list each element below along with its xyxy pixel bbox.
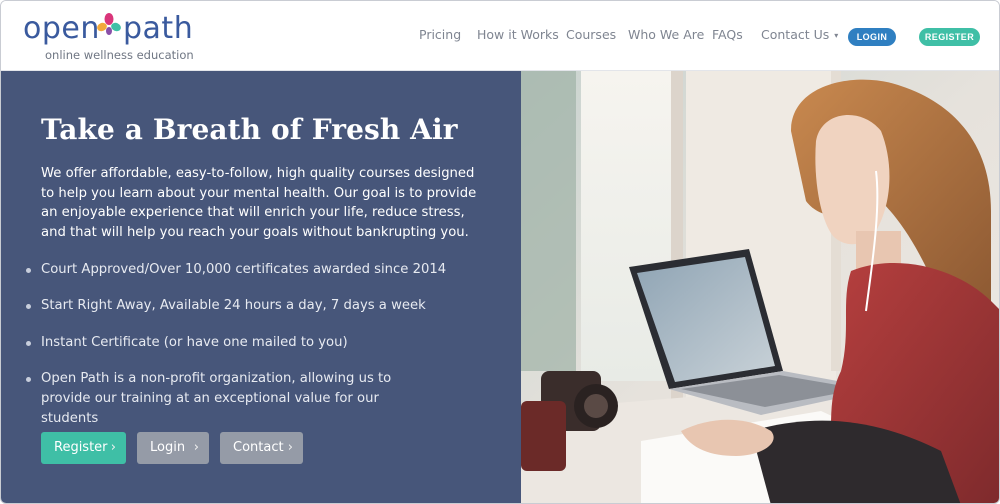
- chevron-right-icon: ›: [287, 440, 293, 455]
- feature-item: Open Path is a non-profit organization, …: [25, 369, 435, 429]
- caret-down-icon: ▾: [834, 31, 839, 40]
- hero-title: Take a Breath of Fresh Air: [41, 113, 458, 146]
- login-button-label: Login: [150, 440, 186, 455]
- nav-contact-us[interactable]: Contact Us ▾: [761, 27, 838, 42]
- hero-photo: [521, 71, 999, 503]
- contact-button[interactable]: Contact ›: [220, 432, 303, 464]
- logo-word-open: open: [23, 11, 100, 46]
- nav-faqs[interactable]: FAQs: [712, 27, 743, 42]
- feature-item: Instant Certificate (or have one mailed …: [25, 333, 348, 353]
- nav-who-we-are[interactable]: Who We Are: [628, 27, 704, 42]
- nav-how-it-works[interactable]: How it Works: [477, 27, 559, 42]
- header-register-button[interactable]: REGISTER: [919, 28, 980, 46]
- page-frame: open path online wellness education Pric…: [0, 0, 1000, 504]
- logo-tagline: online wellness education: [45, 48, 194, 62]
- flower-logo-icon: [97, 13, 121, 35]
- logo-word-path: path: [123, 11, 194, 46]
- site-header: open path online wellness education Pric…: [1, 1, 999, 71]
- hero-description: We offer affordable, easy-to-follow, hig…: [41, 166, 477, 240]
- logo[interactable]: open path online wellness education: [23, 9, 203, 65]
- nav-pricing[interactable]: Pricing: [419, 27, 461, 42]
- feature-item: Court Approved/Over 10,000 certificates …: [25, 260, 446, 280]
- chevron-right-icon: ›: [110, 440, 116, 455]
- hero-panel: Take a Breath of Fresh Air We offer affo…: [1, 71, 521, 503]
- nav-courses[interactable]: Courses: [566, 27, 616, 42]
- register-button-label: Register: [54, 440, 108, 455]
- woman-studying-photo: [521, 71, 999, 503]
- login-button[interactable]: Login ›: [137, 432, 209, 464]
- feature-item: Start Right Away, Available 24 hours a d…: [25, 296, 426, 316]
- header-login-button[interactable]: LOGIN: [848, 28, 896, 46]
- nav-contact-us-label: Contact Us: [761, 27, 830, 42]
- chevron-right-icon: ›: [193, 440, 199, 455]
- contact-button-label: Contact: [233, 440, 284, 455]
- register-button[interactable]: Register ›: [41, 432, 126, 464]
